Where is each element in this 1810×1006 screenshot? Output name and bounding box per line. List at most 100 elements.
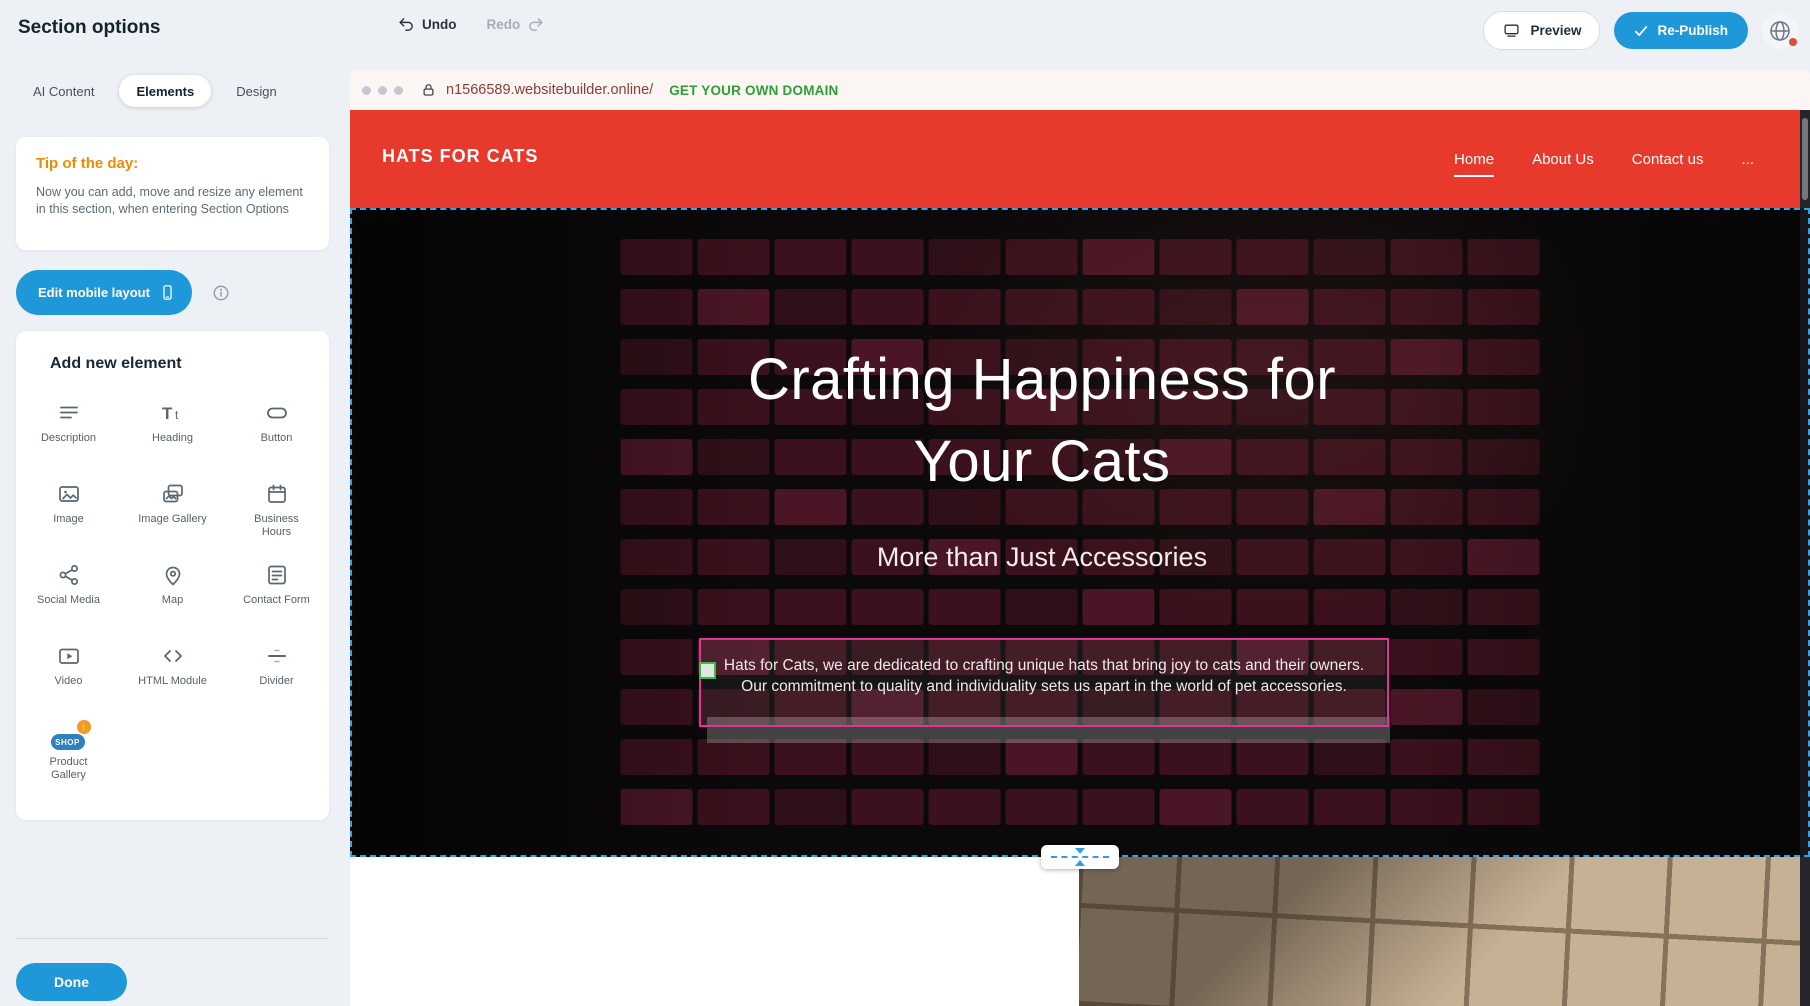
brick-tile — [621, 689, 693, 725]
tile-floor-image — [1079, 857, 1810, 1006]
brick-tile — [1237, 789, 1309, 825]
brick-tile — [1314, 789, 1386, 825]
element-video[interactable]: Video — [17, 634, 121, 715]
preview-icon — [1502, 22, 1521, 39]
brick-tile — [698, 539, 770, 575]
brick-tile — [1391, 489, 1463, 525]
element-label: Video — [55, 675, 83, 688]
brick-tile — [1391, 539, 1463, 575]
element-label: Heading — [152, 432, 193, 445]
history-controls: Undo Redo — [398, 16, 544, 33]
element-contact-form[interactable]: Contact Form — [225, 553, 329, 634]
republish-button[interactable]: Re-Publish — [1614, 12, 1748, 49]
element-image-gallery[interactable]: Image Gallery — [121, 472, 225, 553]
builder-topbar: Section options Undo Redo Preview — [0, 0, 1810, 58]
brick-tile — [1083, 289, 1155, 325]
sidebar-divider — [16, 938, 328, 939]
brick-tile — [1391, 589, 1463, 625]
brick-tile — [1160, 589, 1232, 625]
edit-mobile-layout-button[interactable]: Edit mobile layout — [16, 270, 192, 315]
brick-tile — [775, 739, 847, 775]
site-header: HATS FOR CATS Home About Us Contact us .… — [350, 110, 1810, 208]
nav-home[interactable]: Home — [1454, 151, 1494, 168]
nav-more[interactable]: ... — [1741, 151, 1754, 168]
brick-tile — [1468, 339, 1540, 375]
element-map[interactable]: Map — [121, 553, 225, 634]
brick-tile — [1468, 589, 1540, 625]
brick-tile — [1468, 439, 1540, 475]
brick-tile — [1160, 239, 1232, 275]
element-image[interactable]: Image — [17, 472, 121, 553]
scrollbar-thumb[interactable] — [1802, 118, 1808, 200]
element-heading[interactable]: Tt Heading — [121, 391, 225, 472]
done-button[interactable]: Done — [16, 963, 127, 1001]
page-scrollbar[interactable] — [1800, 110, 1810, 1006]
nav-contact-us[interactable]: Contact us — [1632, 151, 1704, 168]
undo-button[interactable]: Undo — [398, 16, 457, 33]
info-icon[interactable] — [212, 284, 230, 302]
description-icon — [57, 399, 81, 427]
brick-tile — [1468, 389, 1540, 425]
element-label: Description — [41, 432, 96, 445]
element-button[interactable]: Button — [225, 391, 329, 472]
brick-tile — [621, 589, 693, 625]
section-height-resize-handle[interactable] — [1041, 845, 1119, 869]
brick-tile — [775, 239, 847, 275]
hero-paragraph[interactable]: Hats for Cats, we are dedicated to craft… — [701, 640, 1387, 697]
get-domain-link[interactable]: GET YOUR OWN DOMAIN — [669, 83, 838, 98]
brick-tile — [1006, 739, 1078, 775]
hero-subheading[interactable]: More than Just Accessories — [877, 542, 1207, 573]
brick-tile — [852, 289, 924, 325]
nav-about-us[interactable]: About Us — [1532, 151, 1594, 168]
brick-tile — [1391, 439, 1463, 475]
svg-text:t: t — [175, 408, 179, 422]
brick-tile — [775, 589, 847, 625]
brick-tile — [1468, 639, 1540, 675]
brick-tile — [1314, 289, 1386, 325]
social-media-icon — [56, 561, 82, 589]
brick-tile — [852, 789, 924, 825]
brick-tile — [1391, 289, 1463, 325]
tab-design[interactable]: Design — [219, 75, 293, 107]
globe-icon — [1768, 19, 1792, 43]
tab-elements[interactable]: Elements — [119, 75, 211, 107]
brick-tile — [1468, 689, 1540, 725]
brick-tile — [1237, 589, 1309, 625]
redo-button[interactable]: Redo — [487, 16, 545, 33]
brick-tile — [621, 539, 693, 575]
image-gallery-icon — [160, 480, 186, 508]
tip-title: Tip of the day: — [36, 155, 309, 172]
hero-heading[interactable]: Crafting Happiness for Your Cats — [712, 339, 1372, 503]
brick-tile — [1468, 489, 1540, 525]
tab-ai-content[interactable]: AI Content — [16, 75, 111, 107]
element-resize-handle[interactable] — [699, 662, 716, 679]
element-divider[interactable]: Divider — [225, 634, 329, 715]
element-product-gallery[interactable]: SHOP ↑ Product Gallery — [17, 715, 121, 796]
republish-label: Re-Publish — [1657, 23, 1728, 38]
heading-icon: Tt — [160, 399, 186, 427]
hero-section-selected[interactable]: Crafting Happiness for Your Cats More th… — [350, 208, 1810, 857]
edit-mobile-row: Edit mobile layout — [16, 270, 230, 315]
brick-tile — [1083, 239, 1155, 275]
notification-dot — [1789, 38, 1797, 46]
element-social-media[interactable]: Social Media — [17, 553, 121, 634]
brick-tile — [1237, 239, 1309, 275]
language-globe-button[interactable] — [1762, 13, 1798, 49]
brick-tile — [1314, 239, 1386, 275]
preview-button[interactable]: Preview — [1483, 11, 1600, 50]
next-section[interactable] — [350, 857, 1810, 1006]
brick-tile — [698, 589, 770, 625]
brick-tile — [1391, 639, 1463, 675]
brick-tile — [1468, 789, 1540, 825]
brick-tile — [621, 639, 693, 675]
brick-tile — [1468, 289, 1540, 325]
selected-text-element[interactable]: Hats for Cats, we are dedicated to craft… — [699, 638, 1389, 727]
element-business-hours[interactable]: Business Hours — [225, 472, 329, 553]
site-logo[interactable]: HATS FOR CATS — [382, 146, 538, 167]
element-description[interactable]: Description — [17, 391, 121, 472]
image-icon — [56, 480, 82, 508]
brick-tile — [698, 739, 770, 775]
element-html-module[interactable]: HTML Module — [121, 634, 225, 715]
brick-tile — [929, 589, 1001, 625]
brick-tile — [929, 289, 1001, 325]
